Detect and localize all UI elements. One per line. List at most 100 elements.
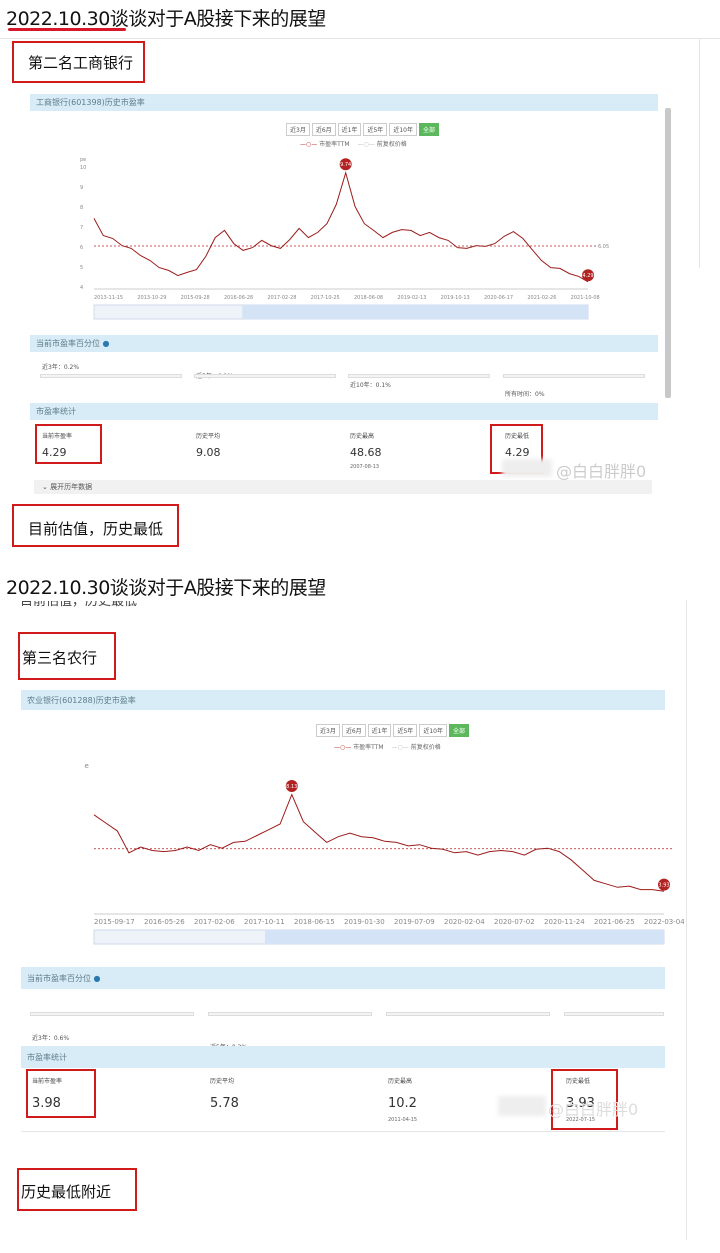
- y-tick-label: 5: [80, 265, 83, 271]
- y-tick-label: 4: [84, 885, 85, 893]
- y-unit: pe: [84, 762, 89, 770]
- x-tick-label: 2020-06-17: [484, 295, 513, 301]
- info-icon: ●: [93, 973, 101, 983]
- pct-title-1: 当前市盈率百分位 ●: [30, 335, 658, 352]
- period-10y[interactable]: 近10年: [389, 123, 417, 136]
- heading-underline: [8, 28, 126, 31]
- pe-chart-1: pe 10 9 8 7 6 5 4 2013-11-15 2013-10-29 2015-09-28…: [80, 157, 609, 320]
- chart-legend-2: —○— 市盈率TTM —○— 前复权价格: [334, 742, 441, 751]
- pct-title-2: 当前市盈率百分位 ●: [21, 967, 665, 989]
- average-label: 6.05: [598, 244, 609, 250]
- blur-mask: [498, 1096, 546, 1116]
- stat-avg-value-2: 5.78: [210, 1096, 239, 1111]
- stat-high-date-1: 2007-08-13: [350, 464, 380, 470]
- pct-all-1: 所有时间：0%: [505, 391, 545, 398]
- info-icon: ●: [102, 339, 110, 348]
- x-tick-label: 2017-02-06: [194, 918, 235, 926]
- period-6m[interactable]: 近6月: [311, 123, 336, 136]
- period-5y[interactable]: 近5年: [393, 724, 418, 737]
- period-1y[interactable]: 近1年: [367, 724, 392, 737]
- frame-side: [699, 38, 700, 268]
- x-tick-label: 2018-06-08: [354, 295, 383, 301]
- y-tick-label: 4: [80, 285, 83, 291]
- pct-bar: [194, 374, 336, 378]
- pct-bar: [30, 1012, 194, 1016]
- blur-mask: [502, 459, 552, 477]
- period-10y[interactable]: 近10年: [419, 724, 447, 737]
- period-6m[interactable]: 近6月: [341, 724, 366, 737]
- pct-3y-1: 近3年：0.2%: [42, 364, 80, 371]
- x-tick-label: 2015-09-28: [181, 295, 210, 301]
- period-tabs-2: 近3月 近6月 近1年 近5年 近10年 全部: [316, 724, 469, 737]
- caption-2: 历史最低附近: [21, 1183, 112, 1201]
- pct-bar: [503, 374, 645, 378]
- current-pe-box-1: [35, 424, 102, 464]
- pct-10y-1: 近10年：0.1%: [350, 382, 391, 389]
- watermark-2: @白白胖胖0: [548, 1100, 639, 1119]
- heading-date: 2022.10.30: [6, 8, 110, 30]
- x-tick-label: 2021-10-08: [571, 295, 600, 301]
- pct-bar: [208, 1012, 372, 1016]
- y-tick-label: 9: [80, 185, 83, 191]
- peak-label: 9.74: [340, 162, 351, 168]
- y-tick-label: 6: [80, 245, 83, 251]
- pe-series-line: [93, 170, 589, 283]
- x-tick-label: 2022-03-04: [644, 918, 684, 926]
- stat-avg-value-1: 9.08: [196, 446, 221, 459]
- panel-title-2: 农业银行(601288)历史市盈率: [21, 690, 665, 710]
- x-tick-label: 2020-11-24: [544, 918, 585, 926]
- pe-chart-2: pe98765432015-09-172016-05-262017-02-062…: [84, 762, 684, 945]
- x-tick-label: 2015-09-17: [94, 918, 135, 926]
- expand-history-1[interactable]: ⌄ 展开历年数据: [34, 480, 652, 494]
- pct-bar: [386, 1012, 550, 1016]
- stat-avg-label-1: 历史平均: [196, 433, 221, 440]
- chevron-down-icon: ⌄: [42, 483, 48, 491]
- navigator-range: [242, 305, 588, 319]
- stats-title-2: 市盈率统计: [21, 1046, 665, 1068]
- period-tabs-1: 近3月 近6月 近1年 近5年 近10年 全部: [286, 123, 439, 136]
- y-tick-label: 10: [80, 165, 86, 171]
- period-3m[interactable]: 近3月: [286, 123, 310, 136]
- pe-series-line: [93, 793, 665, 892]
- x-tick-label: 2017-02-28: [267, 295, 296, 301]
- stat-high-label-1: 历史最高: [350, 433, 375, 440]
- period-1y[interactable]: 近1年: [337, 123, 362, 136]
- end-label: 4.29: [582, 273, 593, 279]
- stat-high-value-1: 48.68: [350, 446, 382, 459]
- x-tick-label: 2021-02-26: [527, 295, 556, 301]
- article-heading-2: 2022.10.30谈谈对于A股接下来的展望: [6, 577, 326, 599]
- pct-bar: [348, 374, 490, 378]
- legend-pe[interactable]: —○— 市盈率TTM: [334, 742, 384, 751]
- x-tick-label: 2018-06-15: [294, 918, 335, 926]
- stat-high-date-2: 2011-04-15: [388, 1117, 418, 1123]
- pct-bar: [40, 374, 182, 378]
- period-5y[interactable]: 近5年: [363, 123, 388, 136]
- stats-title-1: 市盈率统计: [30, 403, 658, 420]
- x-tick-label: 2020-07-02: [494, 918, 535, 926]
- y-tick-label: 6: [84, 839, 85, 847]
- heading-title: 谈谈对于A股接下来的展望: [109, 8, 327, 30]
- current-pe-box-2: [26, 1069, 96, 1118]
- period-all[interactable]: 全部: [418, 123, 439, 136]
- cut-text: 目前估值，历史最低: [20, 601, 138, 609]
- period-all[interactable]: 全部: [448, 724, 469, 737]
- x-tick-label: 2016-06-28: [224, 295, 253, 301]
- y-tick-label: 7: [80, 225, 83, 231]
- pct-3y-2: 近3年：0.6%: [32, 1035, 70, 1042]
- caption-1: 目前估值，历史最低: [28, 520, 164, 538]
- x-tick-label: 2017-10-25: [311, 295, 340, 301]
- x-tick-label: 2019-01-30: [344, 918, 385, 926]
- x-tick-label: 2013-11-15: [94, 295, 123, 301]
- navigator-range: [265, 930, 664, 944]
- y-tick-label: 8: [80, 205, 83, 211]
- frame-side: [686, 600, 687, 1240]
- end-label: 3.93: [658, 883, 669, 889]
- legend-price[interactable]: —○— 前复权价格: [392, 742, 441, 751]
- x-tick-label: 2019-07-09: [394, 918, 435, 926]
- x-tick-label: 2013-10-29: [137, 295, 166, 301]
- rank-label-1: 第二名工商银行: [28, 54, 134, 72]
- x-tick-label: 2017-10-11: [244, 918, 285, 926]
- period-3m[interactable]: 近3月: [316, 724, 340, 737]
- rank-label-2: 第三名农行: [22, 649, 98, 667]
- peak-label: 8.13: [286, 784, 297, 790]
